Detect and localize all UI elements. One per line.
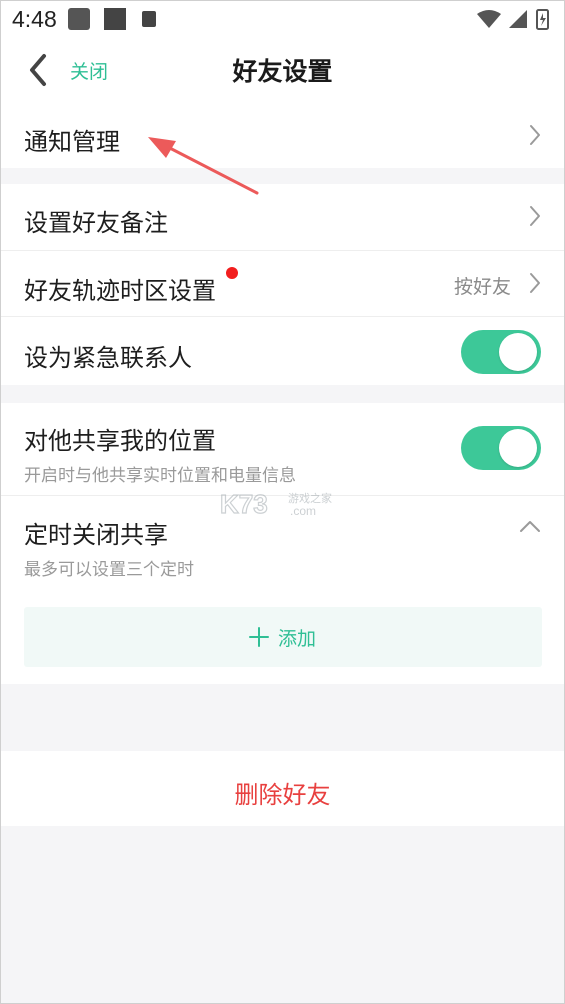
row-label: 定时关闭共享 xyxy=(24,521,168,549)
timezone-value: 按好友 xyxy=(453,276,511,298)
new-badge-dot xyxy=(226,267,238,279)
add-timer-button[interactable]: 添加 xyxy=(24,607,542,667)
status-bar: 4:48 xyxy=(0,0,565,38)
status-icons xyxy=(477,9,549,30)
delete-label: 删除好友 xyxy=(234,781,331,809)
add-label: 添加 xyxy=(278,628,317,650)
toggle-knob xyxy=(499,429,537,467)
row-label: 设为紧急联系人 xyxy=(24,344,192,372)
navigation-bar: 关闭 好友设置 xyxy=(0,38,565,102)
notification-icon xyxy=(68,8,90,30)
chevron-right-icon xyxy=(530,206,540,226)
emergency-contact-toggle[interactable] xyxy=(461,330,541,374)
settings-row-emergency: 设为紧急联系人 xyxy=(0,317,565,385)
status-time: 4:48 xyxy=(12,6,57,32)
chevron-right-icon xyxy=(530,125,540,145)
plus-icon xyxy=(249,627,269,647)
app-notification-icon xyxy=(142,11,156,27)
watermark-logo: K73 游戏之家 .com xyxy=(219,488,332,518)
settings-row-notification[interactable]: 通知管理 xyxy=(0,102,565,168)
row-label: 对他共享我的位置 xyxy=(24,427,216,455)
svg-text:K73: K73 xyxy=(220,489,268,518)
delete-friend-button[interactable]: 删除好友 xyxy=(0,751,565,826)
row-label: 设置好友备注 xyxy=(24,209,168,237)
chevron-right-icon xyxy=(530,273,540,293)
settings-row-timezone[interactable]: 好友轨迹时区设置 按好友 xyxy=(0,251,565,316)
settings-row-remark[interactable]: 设置好友备注 xyxy=(0,184,565,250)
svg-text:.com: .com xyxy=(290,504,316,518)
chevron-up-icon xyxy=(520,521,540,532)
settings-row-share-location: 对他共享我的位置 开启时与他共享实时位置和电量信息 xyxy=(0,403,565,495)
row-subtitle: 开启时与他共享实时位置和电量信息 xyxy=(24,466,296,486)
row-label: 通知管理 xyxy=(24,128,120,156)
share-location-toggle[interactable] xyxy=(461,426,541,470)
toggle-knob xyxy=(499,333,537,371)
row-label: 好友轨迹时区设置 xyxy=(24,277,216,305)
row-subtitle: 最多可以设置三个定时 xyxy=(24,560,194,580)
wifi-icon xyxy=(477,10,501,28)
notification-icon xyxy=(104,8,126,30)
svg-text:游戏之家: 游戏之家 xyxy=(288,491,332,505)
signal-icon xyxy=(509,10,527,28)
page-title: 好友设置 xyxy=(232,57,333,86)
